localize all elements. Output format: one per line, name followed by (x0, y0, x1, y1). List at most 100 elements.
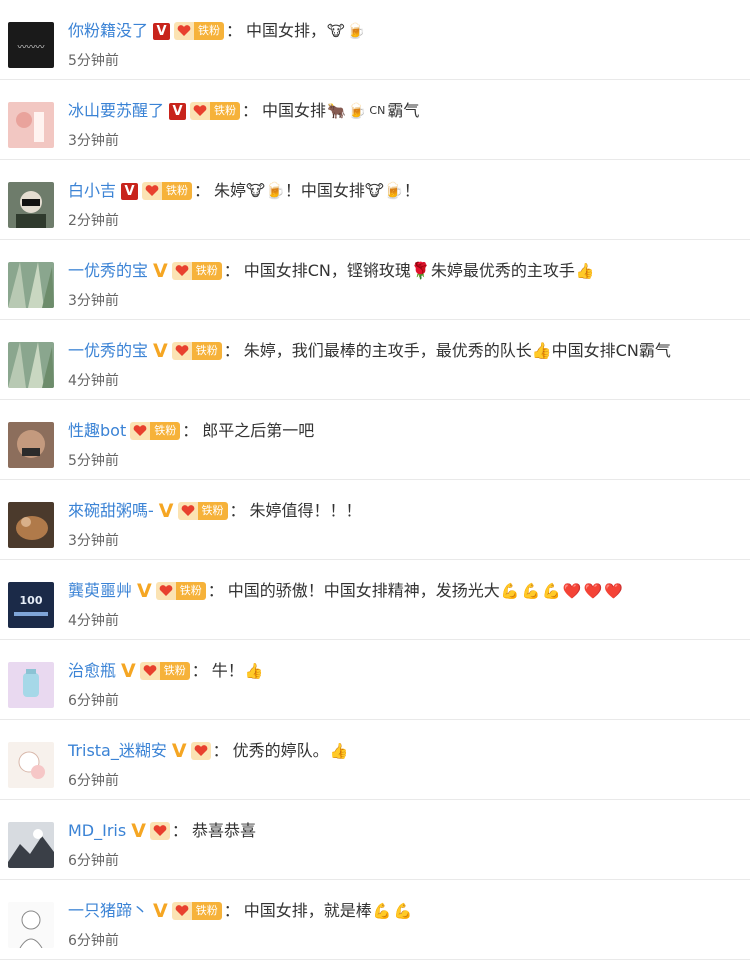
comment-text: 恭喜恭喜 (191, 821, 256, 840)
emoji-icon: 💪 (500, 582, 520, 600)
comment-row: 一只猪蹄丶 V 铁粉：中国女排，就是棒 💪 💪 6分钟前 (0, 880, 750, 960)
emoji-icon: 👍 (575, 262, 595, 280)
comment-line: 一优秀的宝 V 铁粉：中国女排CN，铿锵玫瑰🌹朱婷最优秀的主攻手 👍 (68, 258, 596, 284)
username-link[interactable]: 龔萸噩艸 (68, 578, 132, 604)
verified-badge-icon: V (169, 102, 187, 120)
fan-heart-icon (171, 262, 192, 280)
username-link[interactable]: Trista_迷糊安 (68, 738, 167, 764)
user-avatar[interactable] (8, 742, 54, 788)
verified-badge-icon: V (153, 339, 168, 362)
fan-badge: 铁粉 (142, 182, 193, 200)
comment-text: 优秀的婷队。 (232, 741, 329, 760)
username-link[interactable]: 來碗甜粥嗎- (68, 498, 154, 524)
fan-badge-label: 铁粉 (191, 262, 222, 280)
comment-row: 冰山要苏醒了 V 铁粉：中国女排 🐂 🍺 CN 霸气 3分钟前 (0, 80, 750, 160)
user-avatar[interactable] (8, 902, 54, 948)
emoji-icon: 👍 (329, 742, 349, 760)
svg-text:100: 100 (20, 594, 43, 607)
comment-line: 一只猪蹄丶 V 铁粉：中国女排，就是棒 💪 💪 (68, 898, 413, 924)
comment-row: 100 龔萸噩艸 V 铁粉：中国的骄傲！中国女排精神，发扬光大 💪 💪 💪 ❤️ ❤️ ❤️ 4分钟… (0, 560, 750, 640)
comment-row: 一优秀的宝 V 铁粉：中国女排CN，铿锵玫瑰🌹朱婷最优秀的主攻手 👍 3分钟前 (0, 240, 750, 320)
user-avatar[interactable] (8, 102, 54, 148)
user-avatar[interactable] (8, 262, 54, 308)
colon-separator: ： (212, 741, 229, 760)
fan-badge: 铁粉 (139, 662, 190, 680)
fan-badge-label: 铁粉 (159, 662, 190, 680)
user-avatar[interactable] (8, 662, 54, 708)
comment-row: 性趣bot 铁粉：郎平之后第一吧 5分钟前 (0, 400, 750, 480)
fan-heart-icon (171, 902, 192, 920)
user-avatar[interactable] (8, 822, 54, 868)
emoji-icon: 💪 (521, 582, 541, 600)
comment-text: 牛！ (211, 661, 244, 680)
verified-badge-icon: V (153, 22, 171, 40)
fan-badge: 铁粉 (190, 102, 241, 120)
verified-badge-icon: V (131, 819, 146, 842)
verified-badge-icon: V (153, 259, 168, 282)
comment-time: 4分钟前 (68, 373, 119, 389)
username-link[interactable]: 你粉籍没了 (68, 18, 148, 44)
colon-separator: ： (229, 501, 246, 520)
comment-text: 中国的骄傲！中国女排精神，发扬光大 (227, 581, 500, 600)
emoji-icon: 💪 (372, 902, 392, 920)
fan-badge-label: 铁粉 (150, 422, 181, 440)
colon-separator: ： (191, 661, 208, 680)
user-avatar[interactable] (8, 502, 54, 548)
colon-separator: ： (223, 261, 240, 280)
username-link[interactable]: 白小吉 (68, 178, 116, 204)
emoji-icon: 🐂 (327, 102, 346, 120)
comment-time: 5分钟前 (68, 453, 119, 469)
comment-list: 〰〰〰 你粉籍没了 V 铁粉：中国女排， 🐮 🍺 5分钟前 冰山要苏醒了 V 铁粉：中国女排 🐂 🍺 C… (0, 0, 750, 960)
username-link[interactable]: 冰山要苏醒了 (68, 98, 164, 124)
colon-separator: ： (194, 181, 211, 200)
user-avatar[interactable] (8, 342, 54, 388)
comment-line: MD_Iris V ：恭喜恭喜 (68, 818, 256, 844)
verified-badge-icon: V (158, 499, 174, 522)
comment-line: 來碗甜粥嗎- V 铁粉：朱婷值得！！！ (68, 498, 362, 524)
fan-heart-icon (174, 22, 195, 40)
comment-row: 〰〰〰 你粉籍没了 V 铁粉：中国女排， 🐮 🍺 5分钟前 (0, 0, 750, 80)
comment-time: 6分钟前 (68, 853, 119, 869)
fan-heart-icon (190, 742, 211, 760)
comment-line: 白小吉 V 铁粉：朱婷🐮🍺！中国女排🐮🍺！ (68, 178, 420, 204)
username-link[interactable]: 治愈瓶 (68, 658, 116, 684)
fan-heart-icon (190, 102, 211, 120)
comment-row: 治愈瓶 V 铁粉：牛！ 👍 6分钟前 (0, 640, 750, 720)
username-link[interactable]: 一只猪蹄丶 (68, 898, 148, 924)
comment-row: Trista_迷糊安 V ：优秀的婷队。 👍 6分钟前 (0, 720, 750, 800)
user-avatar[interactable] (8, 182, 54, 228)
comment-line: Trista_迷糊安 V ：优秀的婷队。 👍 (68, 738, 349, 764)
user-avatar[interactable]: 〰〰〰 (8, 22, 54, 68)
comment-suffix: 霸气 (387, 101, 420, 120)
comment-line: 一优秀的宝 V 铁粉：朱婷，我们最棒的主攻手，最优秀的队长👍中国女排CN霸气 (68, 338, 671, 364)
colon-separator: ： (171, 821, 188, 840)
comment-line: 龔萸噩艸 V 铁粉：中国的骄傲！中国女排精神，发扬光大 💪 💪 💪 ❤️ ❤️ ❤️ (68, 578, 624, 604)
fan-badge: 铁粉 (171, 342, 222, 360)
username-link[interactable]: MD_Iris (68, 818, 126, 844)
fan-heart-icon (155, 582, 176, 600)
comment-time: 3分钟前 (68, 133, 119, 149)
fan-heart-icon (139, 662, 160, 680)
emoji-icon: ❤️ (583, 582, 603, 600)
fan-badge-label: 铁粉 (162, 182, 193, 200)
user-avatar[interactable] (8, 422, 54, 468)
fan-heart-icon (171, 342, 192, 360)
fan-heart-icon (130, 422, 151, 440)
emoji-icon: 🍺 (347, 102, 367, 120)
comment-text: 中国女排， (246, 21, 327, 40)
fan-badge (190, 742, 211, 760)
verified-badge-icon: V (137, 579, 152, 602)
emoji-icon: 💪 (542, 582, 561, 600)
verified-badge-icon: V (121, 659, 136, 682)
fan-heart-icon (149, 822, 170, 840)
emoji-icon: 👍 (244, 662, 264, 680)
comment-line: 你粉籍没了 V 铁粉：中国女排， 🐮 🍺 (68, 18, 367, 44)
username-link[interactable]: 一优秀的宝 (68, 258, 148, 284)
username-link[interactable]: 一优秀的宝 (68, 338, 148, 364)
username-link[interactable]: 性趣bot (68, 418, 126, 444)
comment-time: 3分钟前 (68, 533, 119, 549)
fan-badge: 铁粉 (130, 422, 181, 440)
fan-badge-label: 铁粉 (191, 342, 222, 360)
user-avatar[interactable]: 100 (8, 582, 54, 628)
fan-badge (149, 822, 170, 840)
